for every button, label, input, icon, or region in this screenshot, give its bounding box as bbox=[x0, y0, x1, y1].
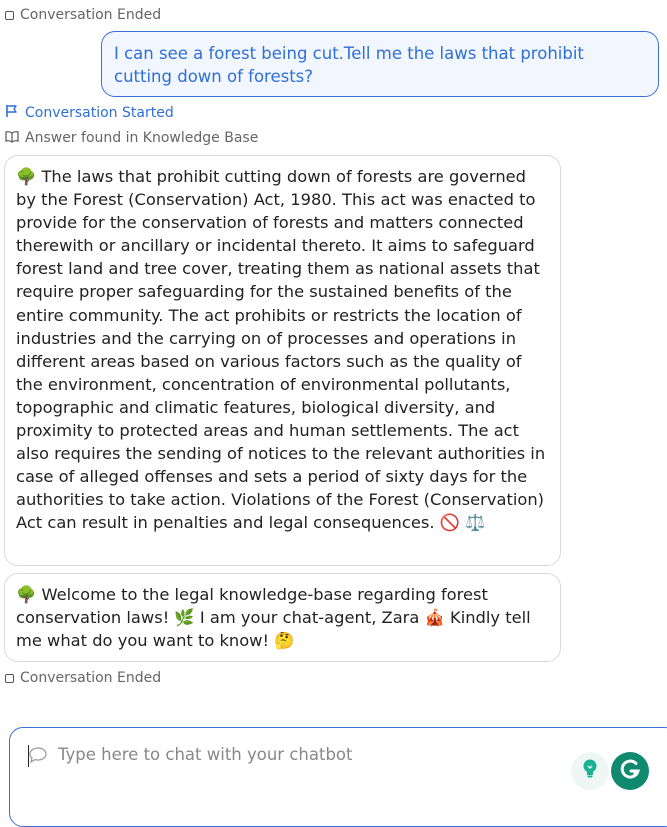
chat-input[interactable] bbox=[28, 744, 580, 765]
status-label: Conversation Ended bbox=[20, 670, 162, 686]
suggestion-bulb-button[interactable] bbox=[571, 752, 609, 790]
chat-composer[interactable] bbox=[9, 727, 667, 827]
welcome-text-2: I am your chat-agent, Zara bbox=[199, 608, 420, 628]
status-conversation-ended-bottom: Conversation Ended bbox=[5, 670, 161, 686]
status-label: Conversation Started bbox=[25, 105, 174, 121]
circus-tent-emoji: 🎪 bbox=[424, 608, 445, 628]
thinking-face-emoji: 🤔 bbox=[274, 631, 295, 651]
status-conversation-ended-top: Conversation Ended bbox=[5, 7, 161, 23]
lightbulb-icon bbox=[580, 758, 600, 784]
status-label: Conversation Ended bbox=[20, 7, 162, 23]
tree-emoji: 🌳 bbox=[16, 167, 37, 186]
grammarly-button[interactable] bbox=[611, 752, 649, 790]
status-conversation-started: Conversation Started bbox=[5, 104, 174, 122]
flag-icon bbox=[5, 104, 19, 122]
status-answer-found-kb: Answer found in Knowledge Base bbox=[5, 129, 258, 147]
bot-welcome-bubble: 🌳 Welcome to the legal knowledge-base re… bbox=[4, 573, 561, 662]
stop-square-icon bbox=[5, 673, 14, 683]
user-message-bubble: I can see a forest being cut.Tell me the… bbox=[101, 31, 659, 97]
tree-emoji: 🌳 bbox=[16, 585, 37, 604]
stop-square-icon bbox=[5, 10, 14, 20]
book-icon bbox=[5, 129, 19, 147]
user-message-text: I can see a forest being cut.Tell me the… bbox=[114, 44, 584, 86]
bot-answer-text: The laws that prohibit cutting down of f… bbox=[16, 167, 546, 533]
prohibited-scales-emoji: 🚫 ⚖️ bbox=[439, 513, 486, 533]
grammarly-g-icon bbox=[617, 756, 643, 787]
bot-answer-bubble: 🌳 The laws that prohibit cutting down of… bbox=[4, 155, 561, 566]
status-label: Answer found in Knowledge Base bbox=[25, 130, 259, 146]
herb-emoji: 🌿 bbox=[174, 608, 195, 628]
